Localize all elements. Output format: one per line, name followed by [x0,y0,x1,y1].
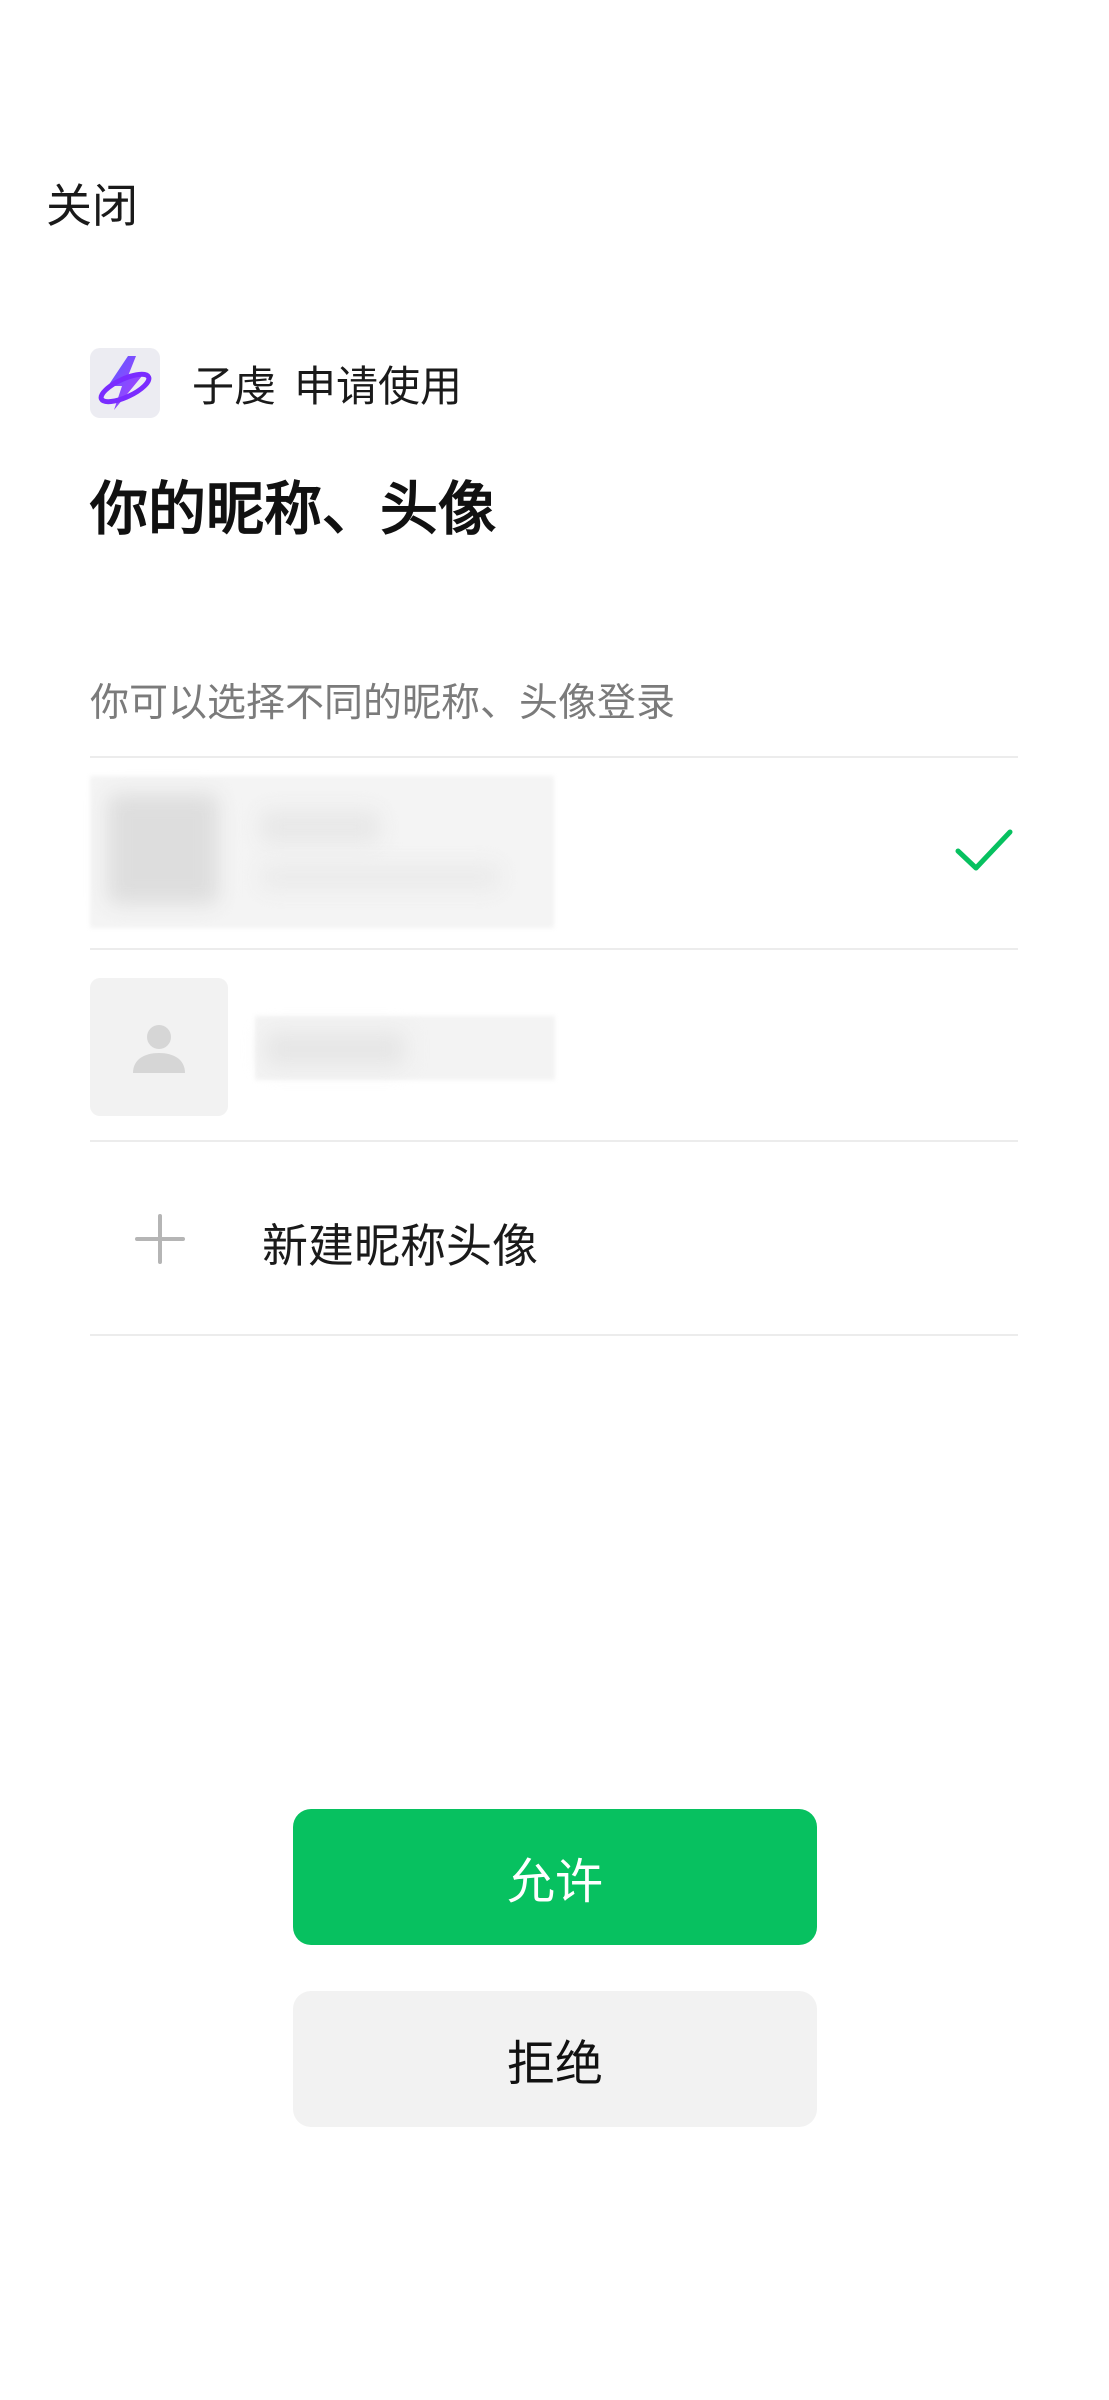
allow-button[interactable]: 允许 [293,1809,817,1945]
checkmark-icon [955,829,1013,871]
new-profile-label: 新建昵称头像 [262,1219,538,1273]
profile-option-2[interactable] [90,978,1018,1116]
blurred-avatar [108,794,218,904]
plus-icon [135,1214,185,1264]
app-request-text: 申请使用 [294,361,463,411]
divider [90,756,1018,758]
deny-button[interactable]: 拒绝 [293,1991,817,2127]
divider [90,1334,1018,1336]
divider [90,1140,1018,1142]
person-placeholder-icon [90,978,228,1116]
close-button[interactable]: 关闭 [46,170,138,236]
app-header: 子虔 申请使用 [90,348,462,418]
blurred-nickname-text [265,1032,405,1066]
divider [90,948,1018,950]
blurred-detail [260,864,500,890]
app-logo-icon [90,348,160,418]
hint-text: 你可以选择不同的昵称、头像登录 [90,681,676,726]
blurred-nickname [260,810,380,844]
profile-option-1[interactable] [90,776,1018,928]
page-title: 你的昵称、头像 [90,475,497,543]
new-profile-button[interactable]: 新建昵称头像 [90,1144,1018,1334]
app-name: 子虔 [192,361,277,411]
